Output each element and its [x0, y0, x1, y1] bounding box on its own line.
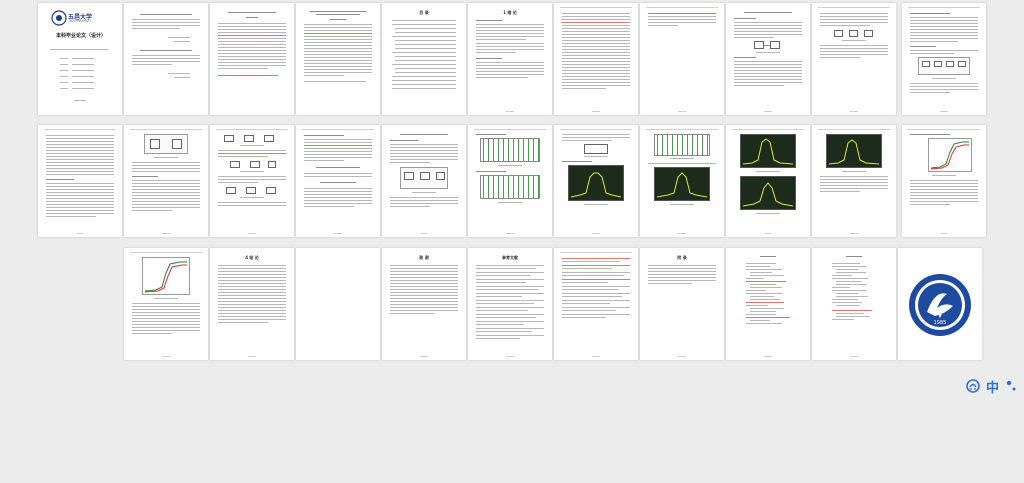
page-thumb-3[interactable] — [210, 3, 294, 115]
toc-heading: 目 录 — [419, 10, 429, 15]
page-thumb-32[interactable]: 1985 — [898, 248, 982, 360]
page-thumb-19[interactable] — [640, 125, 724, 237]
page-thumb-8[interactable] — [640, 3, 724, 115]
page-thumb-23[interactable] — [124, 248, 208, 360]
university-seal: 1985 — [909, 274, 971, 336]
seal-year: 1985 — [934, 320, 947, 326]
page-thumb-30[interactable] — [726, 248, 810, 360]
page-thumb-26[interactable]: 致 谢 — [382, 248, 466, 360]
ber-curve-plot — [930, 141, 969, 170]
input-method-icon[interactable] — [966, 378, 980, 400]
spectrum-plot-3 — [742, 138, 794, 165]
page-thumb-7[interactable] — [554, 3, 638, 115]
conclusion-heading: 4 结 论 — [245, 255, 259, 260]
spectrum-plot-5 — [828, 139, 880, 165]
page-thumb-11[interactable] — [902, 3, 986, 115]
ime-mode-label[interactable]: 中 — [986, 379, 999, 399]
page-thumb-4[interactable] — [296, 3, 380, 115]
page-thumb-29[interactable]: 附 录 — [640, 248, 724, 360]
page-thumb-5[interactable]: 目 录 — [382, 3, 466, 115]
page-thumb-14[interactable] — [210, 125, 294, 237]
page-thumb-31[interactable] — [812, 248, 896, 360]
page-thumb-21[interactable] — [812, 125, 896, 237]
page-thumb-17[interactable] — [468, 125, 552, 237]
page-thumb-25[interactable] — [296, 248, 380, 360]
ber-curve-plot-2 — [144, 261, 187, 293]
page-thumb-2[interactable] — [124, 3, 208, 115]
spectrum-plot-4 — [742, 182, 794, 207]
dot-settings-icon[interactable] — [1005, 379, 1017, 400]
page-thumb-20[interactable] — [726, 125, 810, 237]
page-thumb-13[interactable] — [124, 125, 208, 237]
page-thumb-9[interactable] — [726, 3, 810, 115]
page-thumb-12[interactable] — [38, 125, 122, 237]
references-heading: 参考文献 — [502, 255, 518, 260]
thanks-heading: 致 谢 — [419, 255, 429, 260]
appendix-heading: 附 录 — [677, 255, 687, 260]
cover-title: 本科毕业论文（设计） — [56, 33, 107, 39]
page-thumb-15[interactable] — [296, 125, 380, 237]
spectrum-plot-2 — [656, 172, 708, 198]
page-thumb-24[interactable]: 4 结 论 — [210, 248, 294, 360]
page-thumb-1[interactable]: 五邑大学 WUYI UNIVERSITY 本科毕业论文（设计） — [38, 3, 122, 115]
university-logo — [51, 10, 67, 26]
page-thumb-16[interactable] — [382, 125, 466, 237]
page-grid: 五邑大学 WUYI UNIVERSITY 本科毕业论文（设计） 目 录 1 绪 … — [0, 0, 1024, 483]
page-thumb-22[interactable] — [902, 125, 986, 237]
page-thumb-28[interactable] — [554, 248, 638, 360]
ime-toolbar[interactable]: 中 — [966, 378, 1017, 400]
page-thumb-6[interactable]: 1 绪 论 — [468, 3, 552, 115]
page-thumb-18[interactable] — [554, 125, 638, 237]
page-thumb-10[interactable] — [812, 3, 896, 115]
university-name-en: WUYI UNIVERSITY — [69, 20, 92, 23]
page-thumb-27[interactable]: 参考文献 — [468, 248, 552, 360]
intro-heading: 1 绪 论 — [503, 10, 517, 15]
spectrum-plot — [570, 172, 622, 198]
